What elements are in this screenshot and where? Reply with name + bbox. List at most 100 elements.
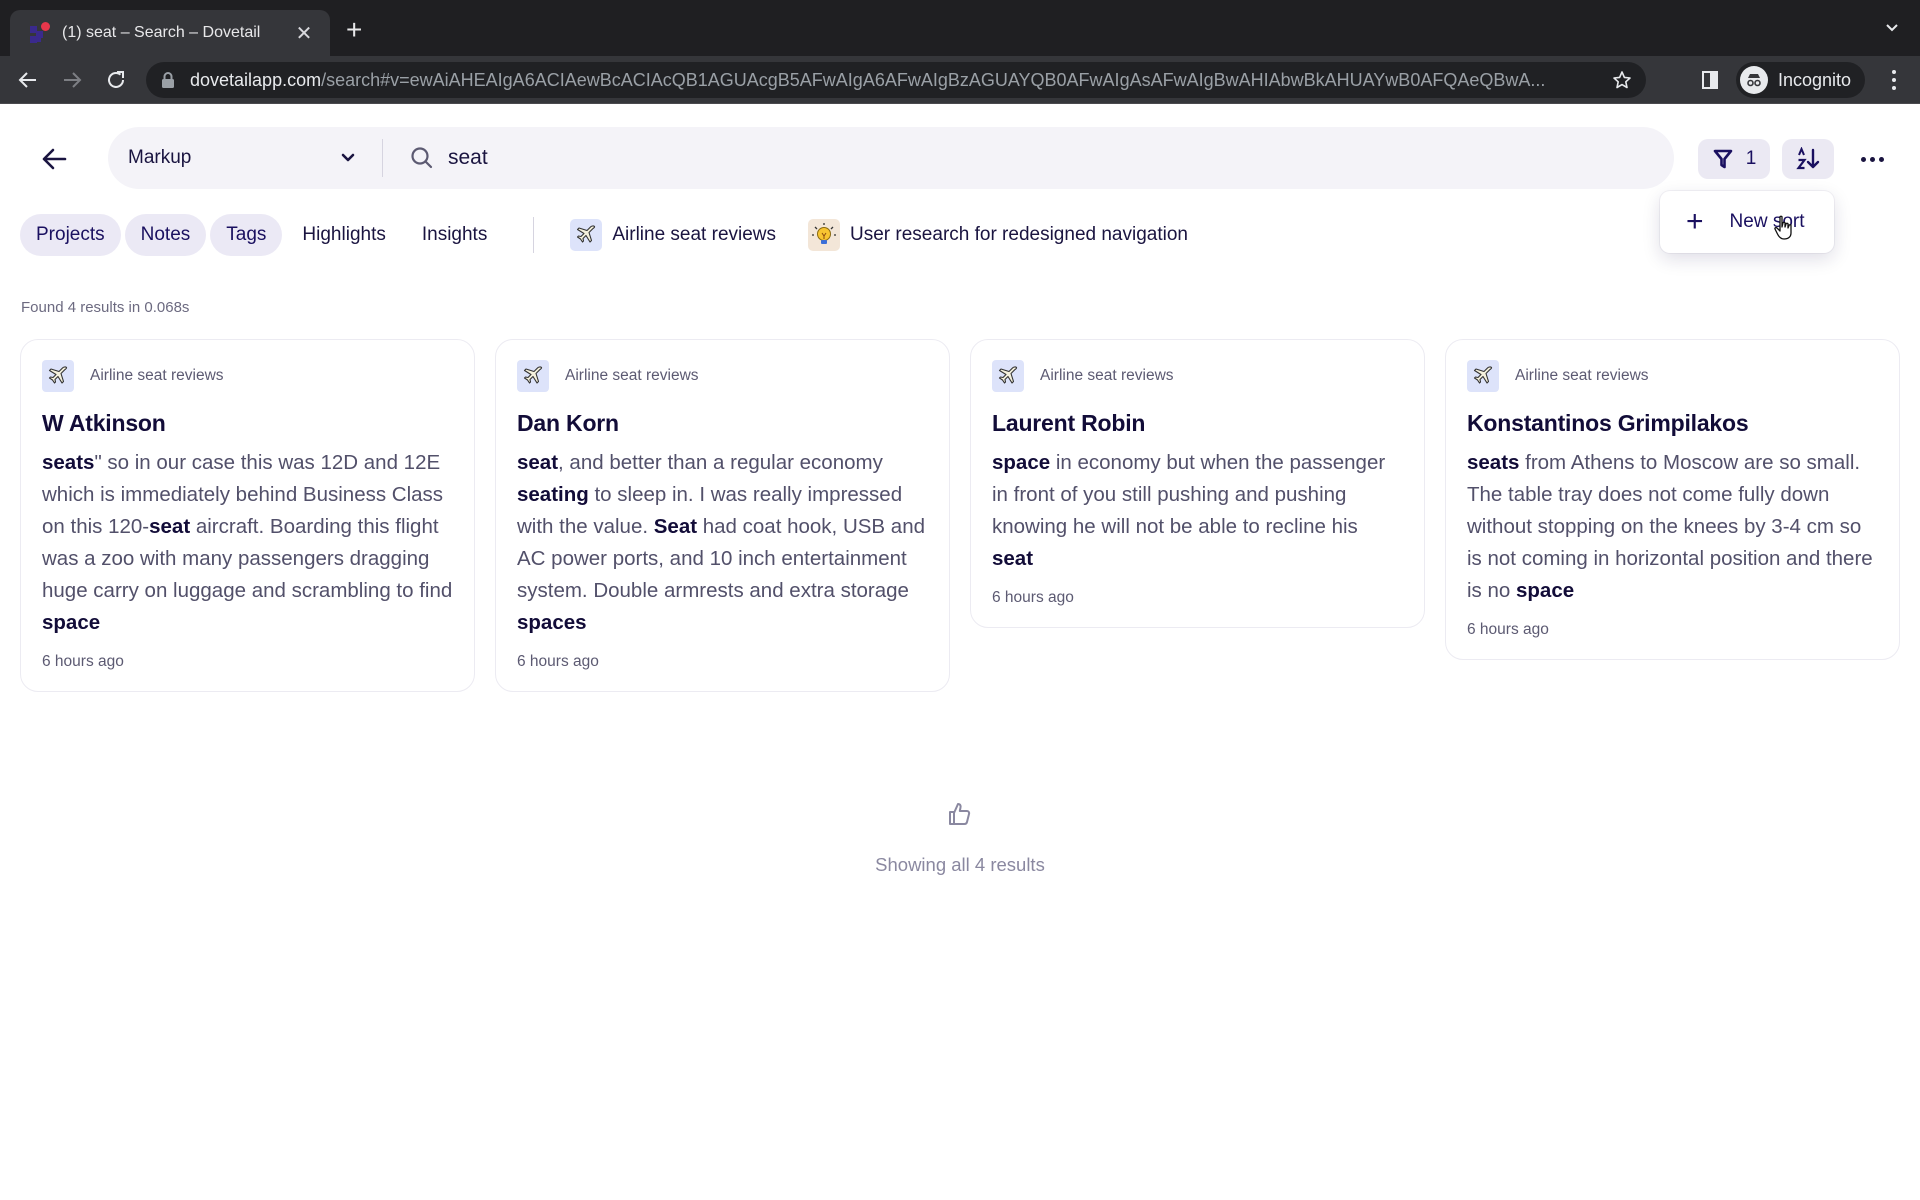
airplane-icon bbox=[992, 360, 1024, 392]
card-project: Airline seat reviews bbox=[42, 360, 453, 392]
filter-divider bbox=[533, 217, 535, 253]
search-match-highlight: seats bbox=[42, 451, 95, 474]
lock-icon bbox=[162, 72, 174, 88]
back-button[interactable] bbox=[36, 141, 72, 177]
card-title: Dan Korn bbox=[517, 410, 619, 436]
star-icon bbox=[1613, 71, 1631, 89]
search-match-highlight: space bbox=[1516, 579, 1575, 602]
filter-chip-tags[interactable]: Tags bbox=[210, 214, 283, 256]
search-match-highlight: seat bbox=[992, 547, 1034, 570]
more-options-button[interactable] bbox=[1852, 139, 1892, 179]
filter-chip-highlights[interactable]: Highlights bbox=[286, 214, 401, 256]
search-divider bbox=[382, 139, 383, 177]
search-match-highlight: spaces bbox=[517, 611, 587, 634]
card-project-name: Airline seat reviews bbox=[1040, 367, 1174, 384]
filter-count-badge: 1 bbox=[1745, 148, 1757, 169]
filter-button[interactable]: 1 bbox=[1698, 139, 1770, 179]
card-excerpt: seat, and better than a regular economy … bbox=[517, 447, 928, 639]
card-title: W Atkinson bbox=[42, 410, 166, 436]
airplane-icon bbox=[1467, 360, 1499, 392]
card-project: Airline seat reviews bbox=[1467, 360, 1878, 392]
card-timestamp: 6 hours ago bbox=[992, 589, 1074, 606]
sort-button[interactable] bbox=[1782, 139, 1834, 179]
excerpt-text: , and better than a regular economy bbox=[558, 451, 883, 474]
browser-tabstrip: (1) seat – Search – Dovetail ✕ + bbox=[0, 0, 1920, 56]
bookmark-star-button[interactable] bbox=[1604, 62, 1640, 98]
search-match-highlight: Seat bbox=[653, 515, 698, 538]
browser-tab[interactable]: (1) seat – Search – Dovetail ✕ bbox=[10, 10, 330, 56]
card-title: Laurent Robin bbox=[992, 410, 1146, 436]
result-card[interactable]: Airline seat reviews Dan Korn seat, and be… bbox=[495, 339, 950, 692]
new-tab-button[interactable]: + bbox=[346, 16, 362, 44]
airplane-icon bbox=[517, 360, 549, 392]
new-sort-label: New sort bbox=[1729, 211, 1805, 232]
project-filter-user-research[interactable]: User research for redesigned navigation bbox=[808, 219, 1188, 251]
dovetail-search-page: Markup 1 + New sort Projects Notes Tags … bbox=[0, 105, 1920, 1200]
close-tab-icon[interactable]: ✕ bbox=[294, 21, 314, 46]
result-card[interactable]: Airline seat reviews Konstantinos Grimpil… bbox=[1445, 339, 1900, 660]
search-scope-select[interactable]: Markup bbox=[108, 127, 378, 189]
side-panel-button[interactable] bbox=[1696, 66, 1724, 94]
showing-all-results-label: Showing all 4 results bbox=[875, 854, 1045, 875]
project-filter-label: User research for redesigned navigation bbox=[850, 224, 1188, 245]
card-timestamp: 6 hours ago bbox=[42, 653, 124, 670]
result-type-filters: Projects Notes Tags Highlights Insights … bbox=[20, 213, 1220, 257]
search-match-highlight: seats bbox=[1467, 451, 1520, 474]
card-timestamp: 6 hours ago bbox=[1467, 621, 1549, 638]
card-timestamp: 6 hours ago bbox=[517, 653, 599, 670]
search-match-highlight: space bbox=[42, 611, 101, 634]
card-project-name: Airline seat reviews bbox=[90, 367, 224, 384]
card-project-name: Airline seat reviews bbox=[565, 367, 699, 384]
browser-forward-button[interactable] bbox=[58, 66, 86, 94]
excerpt-text: in economy but when the passenger in fro… bbox=[992, 451, 1386, 538]
reload-icon bbox=[108, 71, 124, 88]
result-card[interactable]: Airline seat reviews Laurent Robin space i… bbox=[970, 339, 1425, 628]
plus-icon: + bbox=[1686, 205, 1704, 238]
incognito-label: Incognito bbox=[1778, 69, 1852, 90]
search-bar: Markup bbox=[108, 127, 1674, 189]
search-icon bbox=[411, 147, 433, 169]
card-project: Airline seat reviews bbox=[992, 360, 1403, 392]
card-title: Konstantinos Grimpilakos bbox=[1467, 410, 1749, 436]
incognito-profile-button[interactable]: Incognito bbox=[1736, 62, 1866, 98]
sort-popover: + New sort bbox=[1660, 191, 1834, 253]
filter-chip-insights[interactable]: Insights bbox=[406, 214, 503, 256]
project-filter-label: Airline seat reviews bbox=[612, 224, 777, 245]
arrow-left-icon bbox=[18, 72, 36, 88]
incognito-icon bbox=[1740, 66, 1768, 94]
lightbulb-icon bbox=[808, 219, 841, 251]
result-card[interactable]: Airline seat reviews W Atkinson seats" so … bbox=[20, 339, 475, 692]
airplane-icon bbox=[42, 360, 74, 392]
reload-button[interactable] bbox=[102, 66, 130, 94]
browser-toolbar: dovetailapp.com/search#v=ewAiAHEAIgA6ACI… bbox=[0, 56, 1920, 104]
search-match-highlight: seating bbox=[517, 483, 589, 506]
tab-search-chevron-icon[interactable] bbox=[1884, 20, 1900, 36]
url-text: dovetailapp.com/search#v=ewAiAHEAIgA6ACI… bbox=[190, 69, 1546, 90]
filter-chip-projects[interactable]: Projects bbox=[20, 214, 121, 256]
sort-az-descending-icon bbox=[1796, 147, 1820, 170]
dovetail-favicon-icon bbox=[28, 22, 50, 44]
results-summary: Found 4 results in 0.068s bbox=[21, 299, 190, 316]
new-sort-menu-item[interactable]: + New sort bbox=[1686, 207, 1805, 237]
search-scope-value: Markup bbox=[128, 147, 192, 168]
search-match-highlight: space bbox=[992, 451, 1051, 474]
filter-icon bbox=[1713, 149, 1733, 169]
chevron-down-icon bbox=[341, 153, 355, 162]
address-bar[interactable]: dovetailapp.com/search#v=ewAiAHEAIgA6ACI… bbox=[146, 62, 1646, 98]
card-excerpt: seats" so in our case this was 12D and 1… bbox=[42, 447, 453, 639]
browser-back-button[interactable] bbox=[14, 66, 42, 94]
end-of-results: Showing all 4 results bbox=[0, 801, 1920, 876]
airplane-icon bbox=[570, 219, 603, 251]
search-match-highlight: seat bbox=[149, 515, 191, 538]
search-input[interactable] bbox=[448, 127, 1648, 189]
arrow-left-icon bbox=[42, 148, 67, 170]
card-excerpt: seats from Athens to Moscow are so small… bbox=[1467, 447, 1878, 607]
browser-menu-button[interactable] bbox=[1880, 66, 1908, 94]
card-excerpt: space in economy but when the passenger … bbox=[992, 447, 1403, 575]
search-match-highlight: seat bbox=[517, 451, 559, 474]
tab-title: (1) seat – Search – Dovetail bbox=[62, 24, 261, 41]
side-panel-icon bbox=[1702, 71, 1718, 89]
arrow-right-icon bbox=[64, 72, 82, 88]
project-filter-airline-seat-reviews[interactable]: Airline seat reviews bbox=[570, 219, 776, 251]
filter-chip-notes[interactable]: Notes bbox=[124, 214, 207, 256]
